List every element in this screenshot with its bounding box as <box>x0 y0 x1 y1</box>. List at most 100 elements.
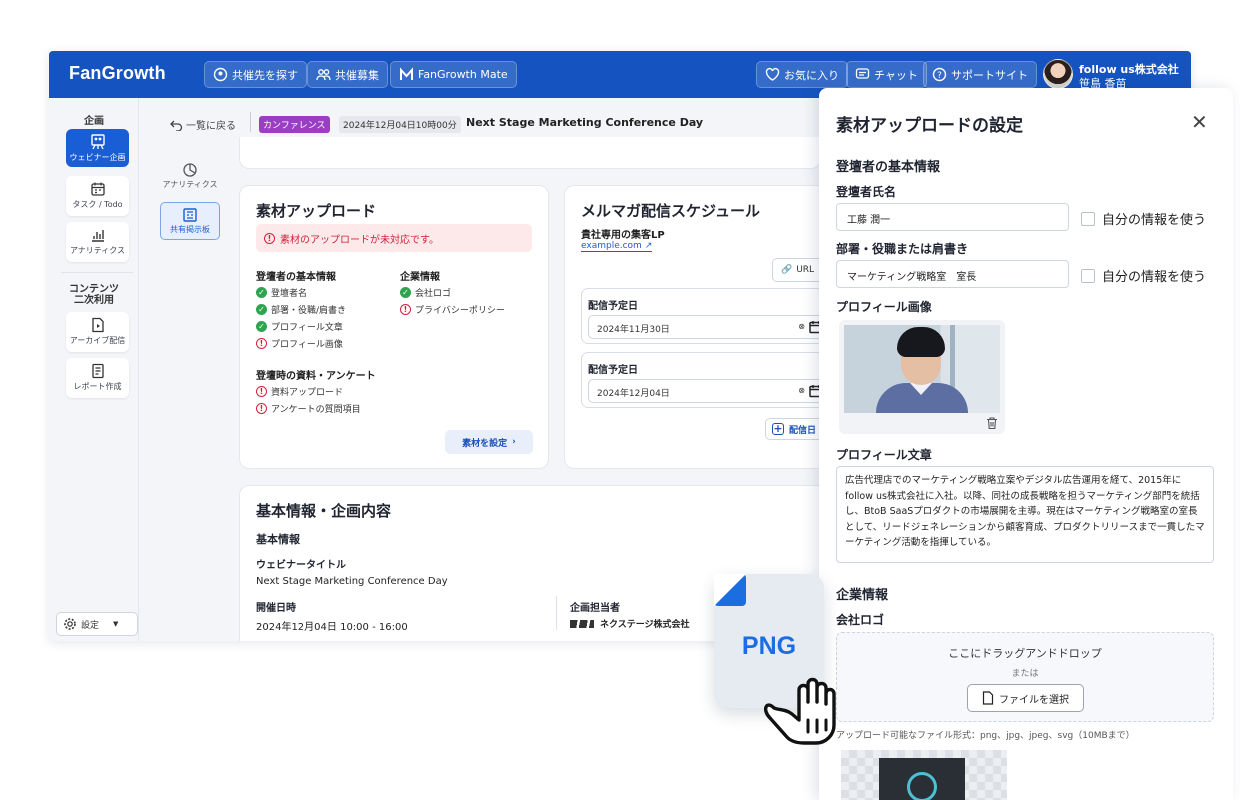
lp-link-text: example.com <box>581 241 642 251</box>
chat-icon <box>855 67 870 82</box>
sidebar-item-report-label: レポート作成 <box>73 382 122 391</box>
sidebar-section-content: コンテンツ 二次利用 <box>69 284 119 306</box>
profile-text-area[interactable]: 広告代理店でのマーケティング戦略立案やデジタル広告運用を経て、2015年にfol… <box>836 466 1214 563</box>
speaker-info-heading: 登壇者の基本情報 <box>256 272 336 283</box>
grab-hand-icon <box>763 677 836 745</box>
use-my-info-label: 自分の情報を使う <box>1102 270 1207 285</box>
tab-board[interactable]: 共有掲示板 <box>160 202 220 240</box>
user-menu[interactable]: follow us株式会社 笹島 香苗 <box>1043 59 1191 91</box>
sidebar-divider <box>61 272 133 273</box>
check-label: 資料アップロード <box>271 388 344 398</box>
basic-info-subheading: 基本情報 <box>256 533 300 546</box>
nav-favorites-button[interactable]: お気に入り <box>756 61 848 88</box>
check-icon: ✓ <box>256 287 267 298</box>
chevron-right-icon: › <box>512 437 516 447</box>
nav-favorites-label: お気に入り <box>784 68 839 82</box>
trash-icon[interactable] <box>985 416 999 430</box>
dept-field[interactable]: マーケティング戦略室 室長 <box>836 260 1069 288</box>
sidebar-item-tasks[interactable]: タスク / Todo <box>66 176 129 216</box>
schedule-date-input[interactable]: 2024年11月30日 ⊗ <box>588 315 828 339</box>
profile-text-label: プロフィール文章 <box>836 448 932 462</box>
back-to-list-link[interactable]: 一覧に戻る <box>170 117 236 132</box>
sidebar-item-webinar[interactable]: ウェビナー企画 <box>66 129 129 167</box>
partner-search-icon <box>213 67 228 82</box>
upload-settings-drawer: 素材アップロードの設定 ✕ 登壇者の基本情報 登壇者氏名 工藤 潤一 自分の情報… <box>819 88 1233 800</box>
check-dept: ✓ 部署・役職/肩書き <box>256 303 346 316</box>
drawer-title: 素材アップロードの設定 <box>836 116 1023 136</box>
check-label: 登壇者名 <box>271 289 308 299</box>
report-icon <box>91 363 104 379</box>
check-company-logo: ✓ 会社ロゴ <box>400 286 451 299</box>
warning-icon: ! <box>256 338 267 349</box>
set-materials-label: 素材を設定 <box>462 438 508 449</box>
nav-recruit-button[interactable]: 共催募集 <box>307 61 388 88</box>
datetime-label: 開催日時 <box>256 603 296 614</box>
sidebar-item-analytics-label: アナリティクス <box>69 246 126 255</box>
nav-support-label: サポートサイト <box>951 68 1028 82</box>
check-label: プロフィール文章 <box>271 323 343 333</box>
nav-find-partner-button[interactable]: 共催先を探す <box>204 61 307 88</box>
photo-hair <box>897 327 945 357</box>
webinar-title-value: Next Stage Marketing Conference Day <box>256 576 448 587</box>
allowed-formats-text: アップロード可能なファイル形式：png、jpg、jpeg、svg（10MBまで） <box>836 731 1135 741</box>
checkbox-icon[interactable] <box>1081 211 1095 226</box>
warning-icon: ! <box>256 403 267 414</box>
tab-board-label: 共有掲示板 <box>170 225 210 234</box>
company-logo-preview <box>841 750 1007 800</box>
schedule-label: 配信予定日 <box>588 301 638 312</box>
pie-chart-icon <box>183 163 197 177</box>
datetime-value: 2024年12月04日 10:00 - 16:00 <box>256 622 408 633</box>
sidebar-item-archive[interactable]: アーカイブ配信 <box>66 312 129 352</box>
select-file-button[interactable]: ファイルを選択 <box>967 684 1084 712</box>
schedule-item: 配信予定日 2024年11月30日 ⊗ <box>581 288 841 344</box>
webinar-icon <box>90 134 105 150</box>
settings-button[interactable]: 設定 ▼ <box>56 612 138 636</box>
schedule-date-input[interactable]: 2024年12月04日 ⊗ <box>588 379 828 403</box>
check-privacy: ! プライバシーポリシー <box>400 303 505 316</box>
sidebar: 企画 ウェビナー企画 タスク / Todo アナリティクス コンテンツ 二次利用… <box>49 98 139 641</box>
check-icon: ✓ <box>256 304 267 315</box>
lp-link[interactable]: example.com ↗ <box>581 241 653 252</box>
logo-dropzone[interactable]: ここにドラッグアンドドロップ または ファイルを選択 <box>836 632 1214 722</box>
clear-icon[interactable]: ⊗ <box>798 386 805 395</box>
plus-icon: + <box>772 422 784 435</box>
archive-doc-icon <box>91 317 104 333</box>
nav-mate-button[interactable]: FanGrowth Mate <box>390 61 517 88</box>
owner-value: ネクステージ株式会社 <box>570 617 690 630</box>
error-icon: ! <box>264 232 275 244</box>
clear-icon[interactable]: ⊗ <box>798 322 805 331</box>
dropzone-text: ここにドラッグアンドドロップ <box>948 647 1102 660</box>
bar-chart-icon <box>91 230 104 242</box>
select-file-label: ファイルを選択 <box>999 694 1069 706</box>
tab-analytics[interactable]: アナリティクス <box>160 158 220 196</box>
link-icon: 🔗 <box>781 265 793 275</box>
materials-heading: 登壇時の資料・アンケート <box>256 371 376 382</box>
schedule-date-value: 2024年11月30日 <box>597 325 670 335</box>
nav-chat-button[interactable]: チャット <box>846 61 927 88</box>
nav-support-button[interactable]: ? サポートサイト <box>923 61 1037 88</box>
fangrowth-logo[interactable]: FanGrowth <box>69 63 166 84</box>
dropzone-or: または <box>1011 669 1039 679</box>
owner-label: 企画担当者 <box>570 603 620 614</box>
use-my-info-checkbox-name[interactable]: 自分の情報を使う <box>1081 209 1206 228</box>
check-speaker-name: ✓ 登壇者名 <box>256 286 307 299</box>
check-label: 部署・役職/肩書き <box>271 306 347 316</box>
sidebar-item-analytics[interactable]: アナリティクス <box>66 222 129 262</box>
close-icon[interactable]: ✕ <box>1191 110 1208 134</box>
schedule-date-value: 2024年12月04日 <box>597 389 670 399</box>
field-divider <box>556 596 557 630</box>
check-survey: ! アンケートの質問項目 <box>256 402 361 415</box>
company-info-heading: 企業情報 <box>400 272 440 283</box>
warning-icon: ! <box>256 386 267 397</box>
avatar <box>1043 59 1073 89</box>
svg-text:?: ? <box>937 71 942 81</box>
sidebar-item-report[interactable]: レポート作成 <box>66 358 129 398</box>
use-my-info-checkbox-dept[interactable]: 自分の情報を使う <box>1081 266 1206 285</box>
owner-logo-icon <box>570 619 594 628</box>
speaker-name-field[interactable]: 工藤 潤一 <box>836 203 1069 231</box>
checkbox-icon[interactable] <box>1081 268 1095 283</box>
sidebar-item-archive-label: アーカイブ配信 <box>69 336 126 345</box>
check-label: アンケートの質問項目 <box>271 405 361 415</box>
set-materials-button[interactable]: 素材を設定 › <box>445 430 533 454</box>
owner-name: ネクステージ株式会社 <box>600 620 690 630</box>
